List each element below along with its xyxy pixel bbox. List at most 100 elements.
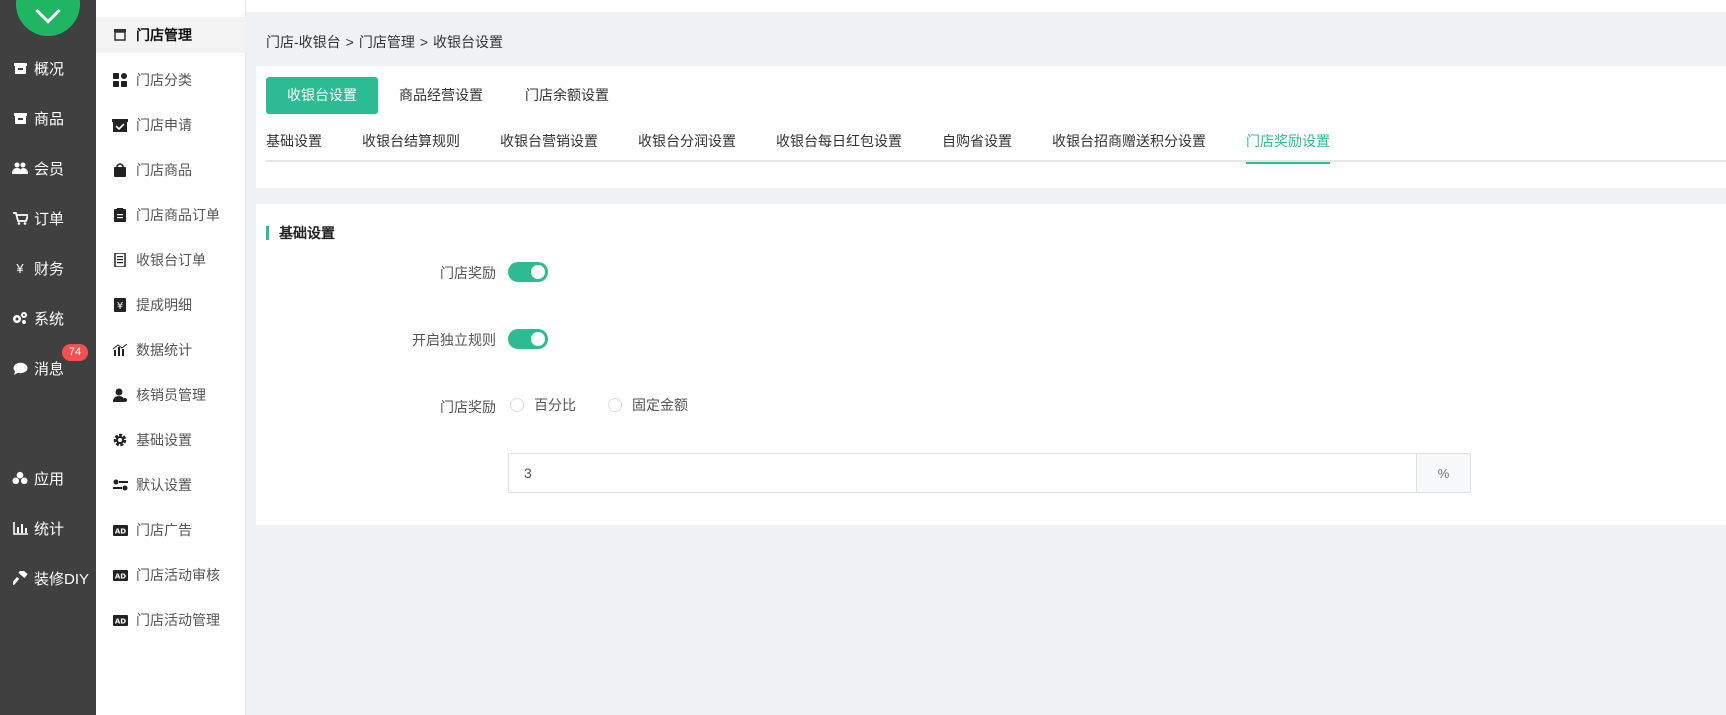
nav-label: 系统 [34, 310, 65, 328]
cubes-icon [12, 470, 28, 486]
svg-text:AD: AD [114, 617, 125, 625]
breadcrumb: 门店-收银台 > 门店管理 > 收银台设置 [266, 32, 503, 52]
tab-store-reward[interactable]: 门店奖励设置 [1246, 126, 1330, 164]
breadcrumb-item[interactable]: 门店-收银台 [266, 34, 341, 50]
tab-self-purchase[interactable]: 自购省设置 [942, 126, 1012, 162]
sub-item-activity-management[interactable]: AD 门店活动管理 [96, 602, 246, 638]
reward-value-input[interactable] [509, 454, 1416, 492]
ad-icon: AD [112, 522, 128, 538]
sub-item-activity-review[interactable]: AD 门店活动审核 [96, 557, 246, 593]
tab-daily-red-packet[interactable]: 收银台每日红包设置 [776, 126, 902, 162]
sub-item-label: 门店管理 [136, 27, 192, 43]
sub-item-data-stats[interactable]: 数据统计 [96, 332, 246, 368]
tab-goods-settings[interactable]: 商品经营设置 [378, 77, 504, 114]
nav-label: 应用 [34, 470, 65, 488]
sub-item-verifier-management[interactable]: 核销员管理 [96, 377, 246, 413]
svg-text:AD: AD [114, 527, 125, 535]
nav-item-goods[interactable]: 商品 [0, 98, 96, 138]
sub-item-label: 门店商品订单 [136, 207, 220, 223]
nav-item-orders[interactable]: 订单 [0, 198, 96, 238]
svg-text:AD: AD [114, 572, 125, 580]
nav-item-finance[interactable]: ¥ 财务 [0, 248, 96, 288]
tab-profit-sharing[interactable]: 收银台分润设置 [638, 126, 736, 162]
nav-label: 财务 [34, 260, 65, 278]
reward-type-radio-group: 百分比 固定金额 [510, 395, 720, 415]
store-icon [12, 60, 28, 76]
tab-settlement-rules[interactable]: 收银台结算规则 [362, 126, 460, 162]
nav-label: 商品 [34, 110, 65, 128]
sub-item-store-goods-orders[interactable]: 门店商品订单 [96, 197, 246, 233]
gears-icon [12, 310, 28, 326]
nav-label: 概况 [34, 60, 65, 78]
sub-item-default-settings[interactable]: 默认设置 [96, 467, 246, 503]
category-icon [112, 72, 128, 88]
nav-item-system[interactable]: 系统 [0, 298, 96, 338]
nav-label: 装修DIY [34, 570, 90, 588]
reward-type-label: 门店奖励 [440, 399, 496, 415]
radio-percentage[interactable] [510, 398, 524, 412]
nav-label: 会员 [34, 160, 65, 178]
radio-percentage-label[interactable]: 百分比 [534, 395, 576, 415]
sub-item-label: 基础设置 [136, 432, 192, 448]
sub-item-label: 门店广告 [136, 522, 192, 538]
sub-item-store-ads[interactable]: AD 门店广告 [96, 512, 246, 548]
inbox-check-icon [112, 117, 128, 133]
sub-item-label: 门店商品 [136, 162, 192, 178]
sub-item-label: 门店活动审核 [136, 567, 220, 583]
clipboard-icon [112, 207, 128, 223]
tab-basic[interactable]: 基础设置 [266, 126, 322, 162]
percent-suffix: % [1416, 454, 1470, 492]
nav-label: 消息 [34, 360, 65, 378]
section-title: 基础设置 [266, 226, 335, 240]
main-sidebar: 概况 商品 会员 订单 ¥ 财务 系统 消息 74 应用 统计 装修DIY [0, 0, 96, 715]
nav-item-overview[interactable]: 概况 [0, 48, 96, 88]
breadcrumb-separator: > [419, 34, 429, 50]
sub-item-cashier-orders[interactable]: 收银台订单 [96, 242, 246, 278]
primary-tabs: 收银台设置 商品经营设置 门店余额设置 [266, 77, 630, 114]
nav-item-apps[interactable]: 应用 [0, 458, 96, 498]
nav-item-stats[interactable]: 统计 [0, 508, 96, 548]
radio-fixed-amount[interactable] [608, 398, 622, 412]
reward-value-input-group: % [508, 453, 1471, 493]
sub-item-label: 门店分类 [136, 72, 192, 88]
sub-item-label: 默认设置 [136, 477, 192, 493]
nav-item-members[interactable]: 会员 [0, 148, 96, 188]
top-bar [246, 0, 1726, 12]
store-sidebar: 门店管理 门店分类 门店申请 门店商品 门店商品订单 收银台订单 ¥ 提成明细 [96, 0, 246, 715]
sub-item-basic-settings[interactable]: 基础设置 [96, 422, 246, 458]
breadcrumb-item[interactable]: 门店管理 [359, 34, 415, 50]
store-reward-label: 门店奖励 [440, 265, 496, 281]
sub-item-label: 核销员管理 [136, 387, 206, 403]
hammer-icon [12, 570, 28, 586]
users-icon [12, 160, 28, 176]
tab-balance-settings[interactable]: 门店余额设置 [504, 77, 630, 114]
independent-rule-toggle[interactable] [508, 329, 548, 349]
sub-item-store-application[interactable]: 门店申请 [96, 107, 246, 143]
logo-chevron-icon [35, 0, 61, 24]
sub-item-store-goods[interactable]: 门店商品 [96, 152, 246, 188]
sub-item-label: 门店申请 [136, 117, 192, 133]
store-reward-toggle[interactable] [508, 262, 548, 282]
store-icon [12, 110, 28, 126]
bag-icon [112, 162, 128, 178]
sub-item-label: 提成明细 [136, 297, 192, 313]
sub-item-commission-details[interactable]: ¥ 提成明细 [96, 287, 246, 323]
yen-icon: ¥ [16, 260, 24, 276]
sliders-icon [112, 477, 128, 493]
stats-icon [112, 342, 128, 358]
logo[interactable] [16, 0, 80, 36]
ad-icon: AD [112, 567, 128, 583]
nav-item-diy[interactable]: 装修DIY [0, 558, 96, 598]
sub-item-store-management[interactable]: 门店管理 [96, 17, 246, 53]
radio-fixed-amount-label[interactable]: 固定金额 [632, 395, 688, 415]
sub-item-label: 门店活动管理 [136, 612, 220, 628]
svg-text:¥: ¥ [117, 301, 123, 312]
sub-item-store-category[interactable]: 门店分类 [96, 62, 246, 98]
chat-icon [12, 360, 28, 376]
tab-marketing[interactable]: 收银台营销设置 [500, 126, 598, 162]
bar-chart-icon [12, 520, 28, 536]
sub-item-label: 收银台订单 [136, 252, 206, 268]
tab-merchant-points[interactable]: 收银台招商赠送积分设置 [1052, 126, 1206, 162]
tab-cashier-settings[interactable]: 收银台设置 [266, 77, 378, 114]
nav-label: 统计 [34, 520, 65, 538]
